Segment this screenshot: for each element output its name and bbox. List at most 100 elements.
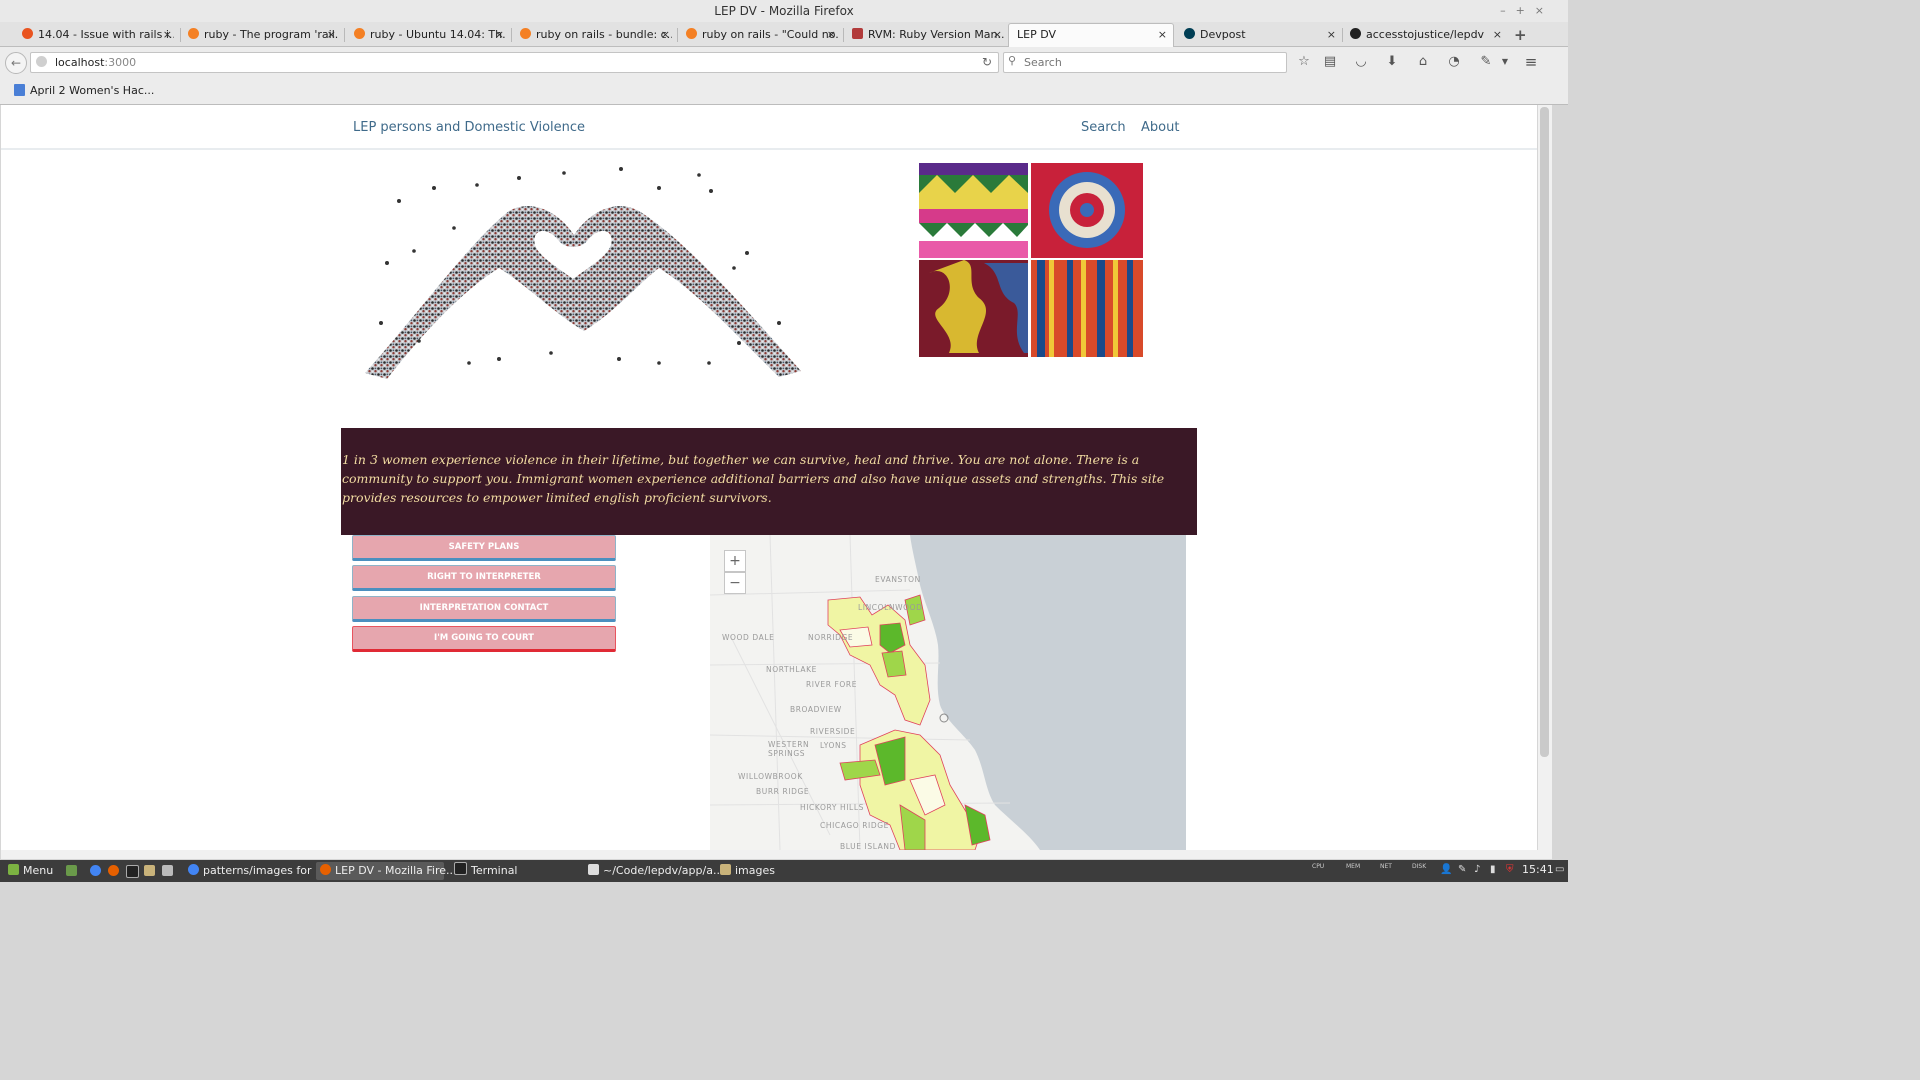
new-tab-button[interactable]: +: [1514, 24, 1530, 46]
pocket-icon[interactable]: ◡: [1353, 54, 1369, 70]
firefox-icon: [320, 864, 331, 875]
map-label: LYONS: [820, 741, 847, 750]
right-to-interpreter-button[interactable]: RIGHT TO INTERPRETER: [352, 565, 616, 591]
interpretation-contact-button[interactable]: INTERPRETATION CONTACT: [352, 596, 616, 622]
map-label: CHICAGO RIDGE: [820, 821, 889, 830]
tab-close-icon[interactable]: ×: [661, 24, 670, 46]
vertical-scrollbar[interactable]: [1538, 105, 1552, 850]
memory-monitor: MEM: [1346, 863, 1361, 870]
text-editor-icon: [588, 864, 599, 875]
disk-monitor: DISK: [1412, 863, 1427, 870]
taskbar-item-files[interactable]: images: [716, 862, 812, 880]
url-port: :3000: [104, 56, 137, 69]
volume-icon[interactable]: ♪: [1474, 864, 1480, 875]
chat-icon[interactable]: ◔: [1446, 54, 1462, 70]
chevron-down-icon[interactable]: ▼: [1497, 54, 1513, 70]
battery-icon[interactable]: ▮: [1490, 864, 1496, 875]
map-label: RIVER FORE: [806, 680, 858, 689]
tab-close-icon[interactable]: ×: [993, 24, 1002, 46]
intro-banner-text: 1 in 3 women experience violence in thei…: [342, 452, 1165, 505]
tab-askubuntu[interactable]: 14.04 - Issue with rails i... ×: [18, 24, 174, 46]
window-controls[interactable]: –+×: [1500, 0, 1554, 22]
taskbar-item-terminal[interactable]: Terminal: [450, 862, 578, 880]
taskbar-item-firefox[interactable]: LEP DV - Mozilla Fire...: [316, 862, 457, 880]
reload-icon[interactable]: ↻: [982, 53, 992, 72]
map-label: WOOD DALE: [722, 633, 775, 642]
cpu-monitor: CPU: [1312, 863, 1325, 870]
files-launcher-icon[interactable]: [144, 865, 155, 876]
taskbar-item-chrome[interactable]: patterns/images for ...: [184, 862, 325, 880]
tab-close-icon[interactable]: ×: [495, 24, 504, 46]
tab-rvm[interactable]: RVM: Ruby Version Man... ×: [848, 24, 1004, 46]
back-button[interactable]: ←: [5, 52, 27, 74]
navigation-toolbar: ← localhost:3000 ↻ ⚲ ☆ ▤ ◡ ⬇ ⌂ ◔ ✎ ▼ ≡: [0, 47, 1568, 78]
bookmark-star-icon[interactable]: ☆: [1296, 54, 1312, 70]
choropleth-map[interactable]: + − EVANSTON WOOD DALE NORTHLAKE RIVER F…: [710, 535, 1186, 850]
calculator-launcher-icon[interactable]: [162, 865, 173, 876]
window-list-icon[interactable]: ▭: [1555, 864, 1564, 875]
tab-close-icon[interactable]: ×: [1493, 24, 1502, 46]
page-viewport: LEP persons and Domestic Violence Search…: [1, 105, 1537, 850]
site-brand-link[interactable]: LEP persons and Domestic Violence: [353, 120, 585, 135]
map-label: BURR RIDGE: [756, 787, 810, 796]
nav-search-link[interactable]: Search: [1081, 120, 1126, 135]
map-zoom-out-button[interactable]: −: [724, 572, 746, 594]
tab-stackoverflow-4[interactable]: ruby on rails - "Could no... ×: [682, 24, 838, 46]
home-icon[interactable]: ⌂: [1415, 54, 1431, 70]
menu-icon[interactable]: ≡: [1523, 54, 1539, 70]
folder-icon: [720, 864, 731, 875]
chrome-launcher-icon[interactable]: [90, 865, 101, 876]
terminal-icon: [454, 862, 467, 875]
stackoverflow-icon: [520, 28, 531, 39]
search-input[interactable]: [1022, 54, 1281, 71]
developer-tools-icon[interactable]: ✎: [1478, 54, 1494, 70]
tab-close-icon[interactable]: ×: [163, 24, 172, 46]
tab-lep-dv[interactable]: LEP DV ×: [1008, 23, 1174, 48]
search-bar[interactable]: ⚲: [1003, 52, 1287, 73]
downloads-icon[interactable]: ⬇: [1384, 54, 1400, 70]
show-desktop-icon[interactable]: [66, 865, 77, 876]
map-label: LINCOLNWOOD: [858, 603, 923, 612]
bookmark-item[interactable]: April 2 Women's Hac...: [14, 83, 154, 99]
clock[interactable]: 15:41: [1522, 863, 1554, 876]
map-label: NORRIDGE: [808, 633, 854, 642]
tab-stackoverflow-1[interactable]: ruby - The program 'rail... ×: [184, 24, 338, 46]
nav-about-link[interactable]: About: [1141, 120, 1179, 135]
tab-stackoverflow-3[interactable]: ruby on rails - bundle: c... ×: [516, 24, 672, 46]
update-shield-icon[interactable]: ⛨: [1506, 864, 1514, 875]
reading-list-icon[interactable]: ▤: [1322, 54, 1338, 70]
tab-close-icon[interactable]: ×: [1158, 24, 1167, 46]
horizontal-scrollbar[interactable]: [1, 850, 1552, 859]
tab-strip: 14.04 - Issue with rails i... × ruby - Th…: [0, 22, 1568, 48]
start-menu-button[interactable]: Menu: [4, 862, 53, 880]
tab-github[interactable]: accesstojustice/lepdv ×: [1346, 24, 1504, 46]
mint-logo-icon: [8, 864, 19, 875]
tab-devpost[interactable]: Devpost ×: [1180, 24, 1338, 46]
firefox-launcher-icon[interactable]: [108, 865, 119, 876]
pencil-icon[interactable]: ✎: [1458, 864, 1466, 875]
taskbar-item-editor[interactable]: ~/Code/lepdv/app/a...: [584, 862, 723, 880]
map-label: BLUE ISLAND: [840, 842, 897, 850]
bookmarks-toolbar: April 2 Women's Hac...: [0, 78, 1568, 105]
map-label: HICKORY HILLS: [800, 803, 864, 812]
google-docs-icon: [14, 84, 25, 96]
site-info-icon[interactable]: [36, 56, 47, 67]
tab-close-icon[interactable]: ×: [1327, 24, 1336, 46]
intro-banner: 1 in 3 women experience violence in thei…: [341, 428, 1197, 535]
site-navbar: LEP persons and Domestic Violence Search…: [1, 105, 1537, 150]
tab-stackoverflow-2[interactable]: ruby - Ubuntu 14.04: Th... ×: [350, 24, 506, 46]
tab-close-icon[interactable]: ×: [827, 24, 836, 46]
scrollbar-thumb[interactable]: [1540, 107, 1549, 757]
user-icon[interactable]: 👤: [1440, 864, 1452, 875]
map-label: NORTHLAKE: [766, 665, 817, 674]
map-label: BROADVIEW: [790, 705, 842, 714]
safety-plans-button[interactable]: SAFETY PLANS: [352, 535, 616, 561]
terminal-launcher-icon[interactable]: [126, 865, 139, 878]
desktop-taskbar: Menu patterns/images for ... LEP DV - Mo…: [0, 860, 1568, 882]
map-zoom-in-button[interactable]: +: [724, 550, 746, 572]
map-label: WILLOWBROOK: [738, 772, 803, 781]
map-label: WESTERN SPRINGS: [768, 740, 810, 758]
url-bar[interactable]: localhost:3000 ↻: [30, 52, 999, 73]
going-to-court-button[interactable]: I'M GOING TO COURT: [352, 626, 616, 652]
tab-close-icon[interactable]: ×: [327, 24, 336, 46]
